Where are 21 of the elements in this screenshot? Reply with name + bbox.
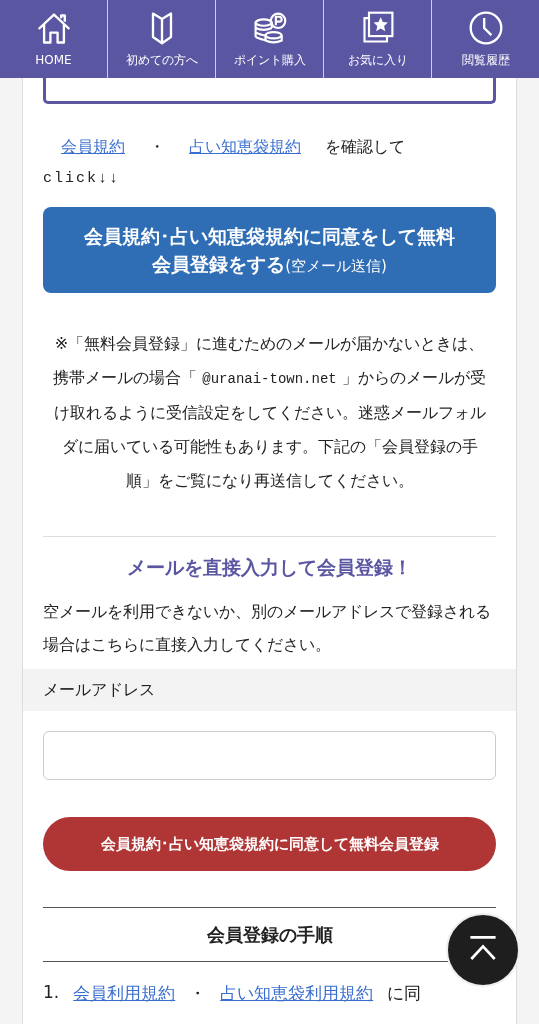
notice-text: ※「無料会員登録」に進むためのメールが届かないときは、携帯メールの場合「 @uranai-town.net 」からのメールが受け取れるように受信設定をしてください。迷惑メールフォルダに届いている可能性もあります。下記の「会員登録の手順」をご覧になり再送信してください。 [52,333,487,492]
click-hint: click↓↓ [43,170,121,187]
register-button[interactable]: 会員規約･占い知恵袋規約に同意をして無料会員登録をする(空メール送信) [43,207,496,293]
email-field[interactable] [43,731,496,780]
section-title: 会員登録の手順 [206,922,333,947]
terms-link[interactable]: 占い知恵袋規約 [189,137,301,158]
step-number: 1. [43,982,60,1004]
terms-text: を確認して [325,137,405,158]
terms-link[interactable]: 占い知恵袋利用規約 [220,982,374,1005]
terms-link[interactable]: 会員規約 [61,137,125,158]
step-text: に同 [387,982,422,1005]
section-title: メールを直接入力して会員登録！ [126,555,413,580]
description-text: 空メールを利用できないか、別のメールアドレスで登録される場合はこちらに直接入力してください。 [43,601,492,656]
separator-dot: ・ [189,982,207,1005]
terms-link[interactable]: 会員利用規約 [73,982,176,1005]
separator-dot: ・ [149,137,165,158]
clock-icon [467,9,504,46]
submit-button[interactable]: 会員規約･占い知恵袋規約に同意して無料会員登録 [43,817,496,871]
field-label: メールアドレス [43,679,155,701]
nav-item[interactable]: 閲覧履歴 [432,0,539,78]
home-icon [35,11,72,47]
